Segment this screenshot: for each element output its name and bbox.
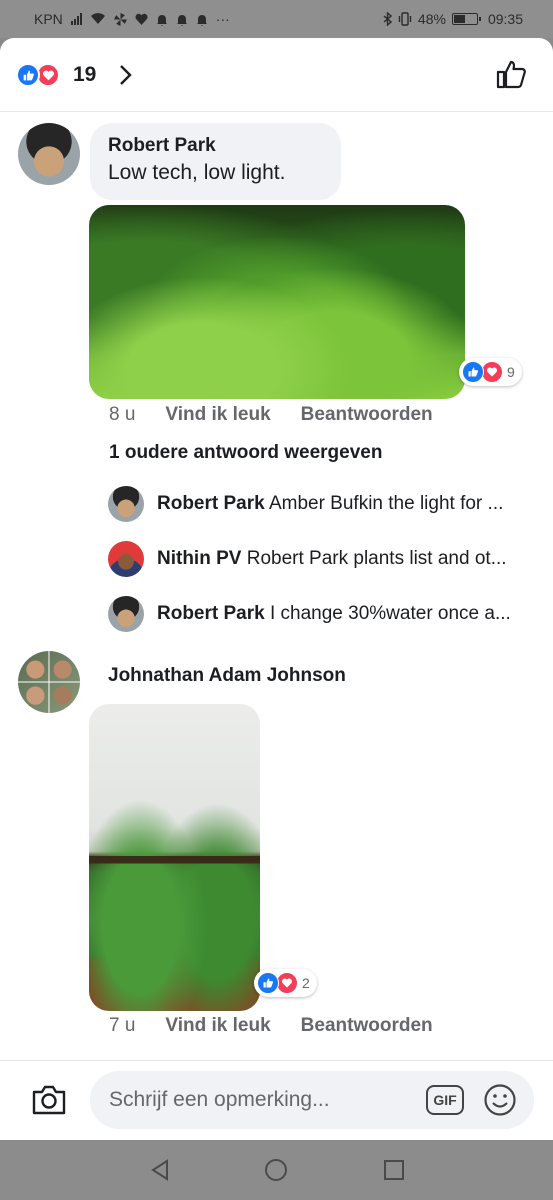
clock: 09:35 (487, 11, 523, 27)
heart-icon (135, 13, 148, 25)
status-bar: KPN ··· 48% 09:35 (0, 0, 553, 38)
camera-icon[interactable] (30, 1081, 68, 1119)
comment-input-placeholder: Schrijf een opmerking... (109, 1088, 330, 1111)
comment-reactions-chip[interactable]: 9 (459, 358, 522, 386)
chevron-right-icon[interactable] (116, 63, 136, 87)
reaction-count: 9 (507, 364, 515, 380)
status-left: KPN ··· (34, 11, 230, 27)
comment-photo-tank[interactable] (89, 704, 260, 1011)
comments-sheet: 19 Robert Park Low tech, low light. 9 8 … (0, 38, 553, 1140)
avatar-robert-park[interactable] (108, 486, 144, 522)
reply-item[interactable]: Robert Park Amber Bufkin the light for .… (108, 486, 538, 524)
bell-icon (176, 14, 187, 26)
back-icon[interactable] (148, 1158, 172, 1182)
comment-time[interactable]: 7 u (109, 1015, 135, 1037)
signal-icon (70, 13, 82, 25)
like-reaction-icon (257, 972, 279, 994)
avatar-robert-park[interactable] (108, 596, 144, 632)
wifi-icon (90, 13, 105, 24)
bell-icon (156, 14, 167, 26)
gif-button[interactable]: GIF (426, 1085, 464, 1115)
view-older-replies-link[interactable]: 1 oudere antwoord weergeven (109, 442, 382, 464)
comment-time[interactable]: 8 u (109, 404, 135, 426)
carrier-label: KPN (34, 11, 63, 27)
reply-author[interactable]: Robert Park (157, 603, 265, 624)
comment-photo-aquarium[interactable] (89, 205, 465, 399)
recents-icon[interactable] (383, 1159, 405, 1181)
comment-actions: 7 u Vind ik leuk Beantwoorden (109, 1015, 463, 1037)
reply-button[interactable]: Beantwoorden (301, 1015, 433, 1037)
reactions-header: 19 (0, 38, 553, 112)
like-button[interactable]: Vind ik leuk (165, 1015, 270, 1037)
comment-author[interactable]: Robert Park (108, 135, 323, 157)
reply-text: I change 30%water once a... (269, 603, 511, 624)
battery-percent: 48% (417, 11, 446, 27)
reaction-count: 2 (302, 975, 310, 991)
status-right: 48% 09:35 (383, 11, 523, 27)
love-reaction-icon (276, 972, 298, 994)
comment-input[interactable]: Schrijf een opmerking... GIF (90, 1071, 534, 1129)
reply-text: Robert Park plants list and ot... (246, 548, 507, 569)
comment-text: Low tech, low light. (108, 161, 286, 184)
system-nav-bar (0, 1140, 553, 1200)
emoji-icon[interactable] (483, 1083, 517, 1117)
like-reaction-icon (462, 361, 484, 383)
comment-actions: 8 u Vind ik leuk Beantwoorden (109, 404, 463, 426)
like-button[interactable]: Vind ik leuk (165, 404, 270, 426)
avatar-nithin-pv[interactable] (108, 541, 144, 577)
reply-author[interactable]: Nithin PV (157, 548, 241, 569)
bell-icon (196, 14, 207, 26)
more-icon: ··· (215, 11, 230, 27)
reply-author[interactable]: Robert Park (157, 493, 265, 514)
comment-reactions-chip[interactable]: 2 (254, 969, 317, 997)
home-icon[interactable] (264, 1158, 288, 1182)
reply-item[interactable]: Nithin PV Robert Park plants list and ot… (108, 541, 538, 579)
reply-item[interactable]: Robert Park I change 30%water once a... (108, 596, 538, 634)
love-reaction-icon (481, 361, 503, 383)
avatar-robert-park[interactable] (18, 123, 80, 185)
bluetooth-icon (383, 12, 392, 26)
comment-bubble: Robert Park Low tech, low light. (90, 123, 341, 200)
vibrate-icon (398, 12, 412, 26)
reply-button[interactable]: Beantwoorden (301, 404, 433, 426)
reply-text: Amber Bufkin the light for ... (268, 493, 504, 514)
like-thumb-icon[interactable] (495, 57, 529, 91)
avatar-johnathan-adam-johnson[interactable] (18, 651, 80, 713)
like-reaction-icon (16, 63, 40, 87)
pinwheel-icon (113, 12, 127, 26)
battery-icon (451, 13, 481, 25)
comment-composer: Schrijf een opmerking... GIF (0, 1060, 553, 1140)
reactions-summary[interactable] (16, 63, 68, 87)
reaction-count[interactable]: 19 (73, 63, 96, 87)
comment-author[interactable]: Johnathan Adam Johnson (108, 665, 346, 687)
